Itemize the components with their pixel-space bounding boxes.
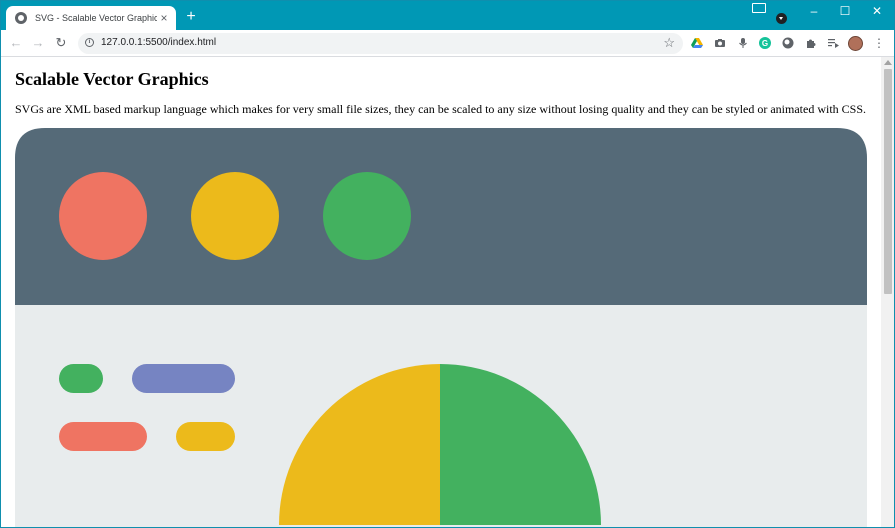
tab-title: SVG - Scalable Vector Graphics [35, 13, 157, 23]
star-icon[interactable]: ☆ [663, 35, 675, 51]
scroll-up-icon[interactable] [884, 60, 892, 65]
minimize-button[interactable]: – [799, 0, 829, 22]
scrollbar-thumb[interactable] [884, 69, 892, 294]
vertical-scrollbar[interactable] [881, 57, 895, 528]
red-pill [59, 422, 147, 451]
drive-icon[interactable] [691, 37, 703, 49]
window-icon[interactable] [752, 3, 766, 13]
forward-icon[interactable]: → [29, 34, 47, 52]
address-bar[interactable]: i 127.0.0.1:5500/index.html ☆ [78, 33, 683, 54]
yellow-pill [176, 422, 235, 451]
puzzle-icon[interactable] [805, 37, 817, 49]
purple-pill [132, 364, 235, 393]
menu-icon[interactable]: ⋮ [872, 35, 886, 51]
avatar-icon[interactable] [848, 36, 863, 51]
info-icon[interactable]: i [85, 38, 94, 47]
grammarly-icon[interactable]: G [759, 37, 771, 49]
red-circle [59, 172, 147, 260]
green-circle [323, 172, 411, 260]
maximize-button[interactable]: ☐ [830, 0, 860, 22]
tab-close-button[interactable]: × [157, 11, 171, 25]
browser-toolbar: ← → ↻ i 127.0.0.1:5500/index.html ☆ G ⋮ [0, 30, 895, 57]
browser-tab[interactable]: SVG - Scalable Vector Graphics × [6, 6, 176, 30]
svg-text:G: G [762, 39, 768, 48]
circle-extension-icon[interactable] [782, 37, 794, 49]
page-title: Scalable Vector Graphics [15, 69, 209, 89]
reload-icon[interactable]: ↻ [52, 34, 70, 52]
page-description: SVGs are XML based markup language which… [15, 102, 867, 116]
yellow-circle [191, 172, 279, 260]
url-text[interactable]: 127.0.0.1:5500/index.html [101, 37, 216, 48]
profile-dropdown-icon[interactable] [776, 13, 787, 24]
new-tab-button[interactable]: + [182, 8, 200, 26]
title-bar: SVG - Scalable Vector Graphics × + – ☐ ✕ [0, 0, 895, 30]
microphone-icon[interactable] [737, 37, 749, 49]
green-pill [59, 364, 103, 393]
close-window-button[interactable]: ✕ [862, 0, 892, 22]
playlist-icon[interactable] [827, 37, 839, 49]
svg-illustration [15, 128, 867, 528]
back-icon[interactable]: ← [7, 34, 25, 52]
camera-icon[interactable] [714, 37, 726, 49]
globe-icon [15, 12, 27, 24]
page-viewport: Scalable Vector Graphics SVGs are XML ba… [0, 57, 881, 528]
